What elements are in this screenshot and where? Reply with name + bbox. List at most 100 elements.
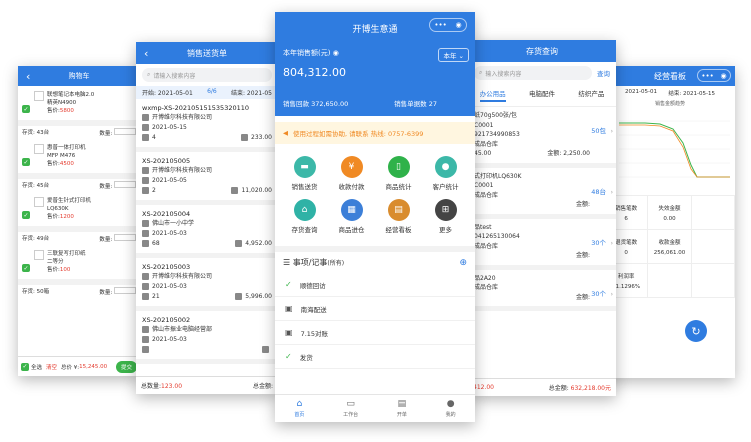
product-card[interactable]: 式打印机LQ630K C0001 成品仓库 金额: 48台 › [468, 168, 616, 219]
tile-label: 存货查询 [291, 226, 318, 234]
clear-button[interactable]: 清空 [46, 363, 57, 371]
order-date: 2021-05-05 [152, 177, 187, 184]
eye-icon[interactable]: ◉ [333, 49, 339, 57]
add-memo-icon[interactable]: ⊕ [459, 258, 467, 268]
memo-filter[interactable]: (所有) [327, 260, 344, 267]
quantity-stepper[interactable] [114, 287, 136, 294]
back-icon[interactable]: ‹ [26, 70, 30, 83]
quantity-stepper[interactable] [114, 234, 136, 241]
stock-tab[interactable]: 纺织产品 [578, 88, 604, 102]
truck-icon: ▬ [293, 156, 316, 178]
stock-query-screen: 存货查询 ⌕ 输入搜索内容 查询 办公用品 电脑配件 纺织产品 纸70g500张/包… [468, 40, 616, 396]
memo-item[interactable]: ▣ 7.15对账 [275, 321, 475, 345]
amount-label: 金额: [547, 150, 562, 157]
quantity-stepper[interactable] [114, 128, 136, 135]
item-checkbox[interactable]: ✓ [22, 105, 30, 113]
function-tile[interactable]: ▬ 销售送货 [281, 156, 328, 191]
customer-icon [142, 114, 149, 121]
capsule-menu[interactable]: ••• ◉ [429, 18, 467, 32]
qty-label: 数量: [99, 131, 113, 137]
order-date: 2021-05-03 [152, 336, 187, 343]
memo-item[interactable]: ✓ 发货 [275, 345, 475, 369]
tile-label: 销售送货 [291, 183, 318, 191]
search-placeholder: 请输入搜索内容 [153, 72, 196, 80]
memo-item[interactable]: ✓ 顺德回访 [275, 273, 475, 297]
function-tile[interactable]: ▯ 商品统计 [375, 156, 422, 191]
item-checkbox[interactable]: ✓ [22, 264, 30, 272]
calendar-icon [142, 336, 149, 343]
memo-item[interactable]: ▣ 南海配送 [275, 297, 475, 321]
dashboard-title: 经营看板 [654, 71, 686, 81]
search-icon: ⌕ [147, 71, 151, 78]
yen-icon [241, 134, 248, 141]
item-checkbox[interactable]: ✓ [22, 158, 30, 166]
product-card[interactable]: 品test 041265130064 成品仓库 金额: 30个 › [468, 219, 616, 270]
more-dots-icon[interactable]: ••• [434, 21, 446, 29]
yen-icon [231, 187, 239, 194]
tab-item[interactable]: ▤ 开单 [397, 399, 407, 418]
memo-title: 事项/记事 [292, 258, 328, 267]
submit-button[interactable]: 提交 [115, 360, 137, 373]
more-dots-icon[interactable]: ••• [701, 72, 713, 80]
function-tile[interactable]: ▤ 经营看板 [375, 199, 422, 234]
stock-tab[interactable]: 办公用品 [479, 88, 506, 102]
date-range-bar[interactable]: 开始: 2021-05-01 6/6 结束: 2021-05 [136, 86, 278, 99]
cart-item[interactable]: ✓ 爱普生针式打印机 LQ630K 售价:1200 存货: 49台 数量: [18, 192, 140, 245]
memo-text: 南海配送 [300, 305, 327, 314]
function-tile[interactable]: ⌂ 存货查询 [281, 199, 328, 234]
dashboard-start: 2021-05-01 [625, 89, 657, 95]
notice-bar: ◀ 使用过程如需协助, 请联系 热线: 0757-6399 [275, 122, 475, 144]
qty-label: 数量: [99, 290, 113, 296]
box-icon [142, 134, 149, 141]
product-card[interactable]: 品2A20 成品仓库 金额: 30个 › [468, 270, 616, 311]
stock-search-input[interactable]: ⌕ 输入搜索内容 [474, 66, 592, 80]
order-qty: 4 [152, 134, 156, 141]
home-header: 开博生意通 ••• ◉ 本年销售额(元) ◉ 本年 ⌄ 804,312.00 销… [275, 12, 475, 116]
dashboard-date-bar[interactable]: 2021-05-01 结束: 2021-05-15 [605, 86, 735, 100]
sales-search-input[interactable]: ⌕ 请输入搜索内容 [142, 68, 272, 82]
stat-label: 失效金额 [658, 205, 681, 212]
stat-cell [691, 264, 735, 298]
refresh-button[interactable]: ↻ [685, 320, 707, 342]
cart-item[interactable]: ✓ 三联复写打印纸 二等分 售价:100 存货: 50箱 数量: [18, 245, 140, 298]
product-card[interactable]: 纸70g500张/包 C0001 921734990853 成品仓库 45.00… [468, 107, 616, 168]
stat-value: 0 [624, 249, 628, 256]
memo-list: ✓ 顺德回访 ▣ 南海配送 ▣ 7.15对账 ✓ 发货 [275, 273, 475, 369]
new-order-icon: ▤ [397, 399, 407, 409]
tab-item[interactable]: ⌂ 首页 [294, 399, 304, 418]
dashboard-end: 结束: 2021-05-15 [668, 91, 715, 97]
annual-sales-value: 804,312.00 [283, 66, 346, 79]
order-card[interactable]: wxmp-XS-20210515153532011​0 开博维尔科技有限公司 2… [136, 99, 278, 152]
stock-level: 存货: 43台 [22, 130, 50, 136]
function-tile[interactable]: ⊞ 更多 [422, 199, 469, 234]
quantity-stepper[interactable] [114, 181, 136, 188]
query-button[interactable]: 查询 [597, 68, 610, 78]
calendar-icon: ▣ [285, 304, 293, 313]
order-card[interactable]: XS-202105003 开博维尔科技有限公司 2021-05-03 21 5,9… [136, 258, 278, 311]
product-barcode: 921734990853 [474, 131, 520, 138]
function-tile[interactable]: ▦ 商品进仓 [328, 199, 375, 234]
select-all-checkbox[interactable]: ✓ [21, 362, 29, 371]
tab-item[interactable]: ▭ 工作台 [343, 399, 358, 418]
order-card[interactable]: XS-202105005 开博维尔科技有限公司 2021-05-05 2 11,0… [136, 152, 278, 205]
order-card[interactable]: XS-202105004 佛山市一小中学 2021-05-03 68 4,952.… [136, 205, 278, 258]
order-card[interactable]: XS-202105002 佛山市振业电脑经营部 2021-05-03 [136, 311, 278, 364]
box-icon [142, 293, 149, 300]
product-model: 二等分 [47, 259, 64, 265]
function-tile[interactable]: ¥ 收款付款 [328, 156, 375, 191]
cart-item[interactable]: ✓ 联想笔记本电脑2.0 精英N4900 售价:5800 存货: 43台 数量: [18, 86, 140, 139]
close-circle-icon[interactable]: ◉ [456, 21, 462, 29]
close-circle-icon[interactable]: ◉ [721, 72, 727, 80]
tab-item[interactable]: ● 我的 [446, 399, 456, 418]
capsule-menu[interactable]: ••• ◉ [697, 69, 731, 82]
cart-item[interactable]: ✓ 惠普一体打印机 MFP M476 售价:4500 存货: 45台 数量: [18, 139, 140, 192]
back-icon[interactable]: ‹ [144, 47, 148, 60]
period-select[interactable]: 本年 ⌄ [438, 48, 469, 62]
calendar-icon: ▣ [285, 328, 293, 337]
order-amount: 233.00 [251, 134, 272, 141]
function-tile[interactable]: ● 客户统计 [422, 156, 469, 191]
stock-tab[interactable]: 电脑配件 [529, 88, 555, 102]
item-checkbox[interactable]: ✓ [22, 211, 30, 219]
start-date: 开始: 2021-05-01 [142, 90, 193, 97]
product-amount: 2,250.00 [563, 150, 590, 157]
